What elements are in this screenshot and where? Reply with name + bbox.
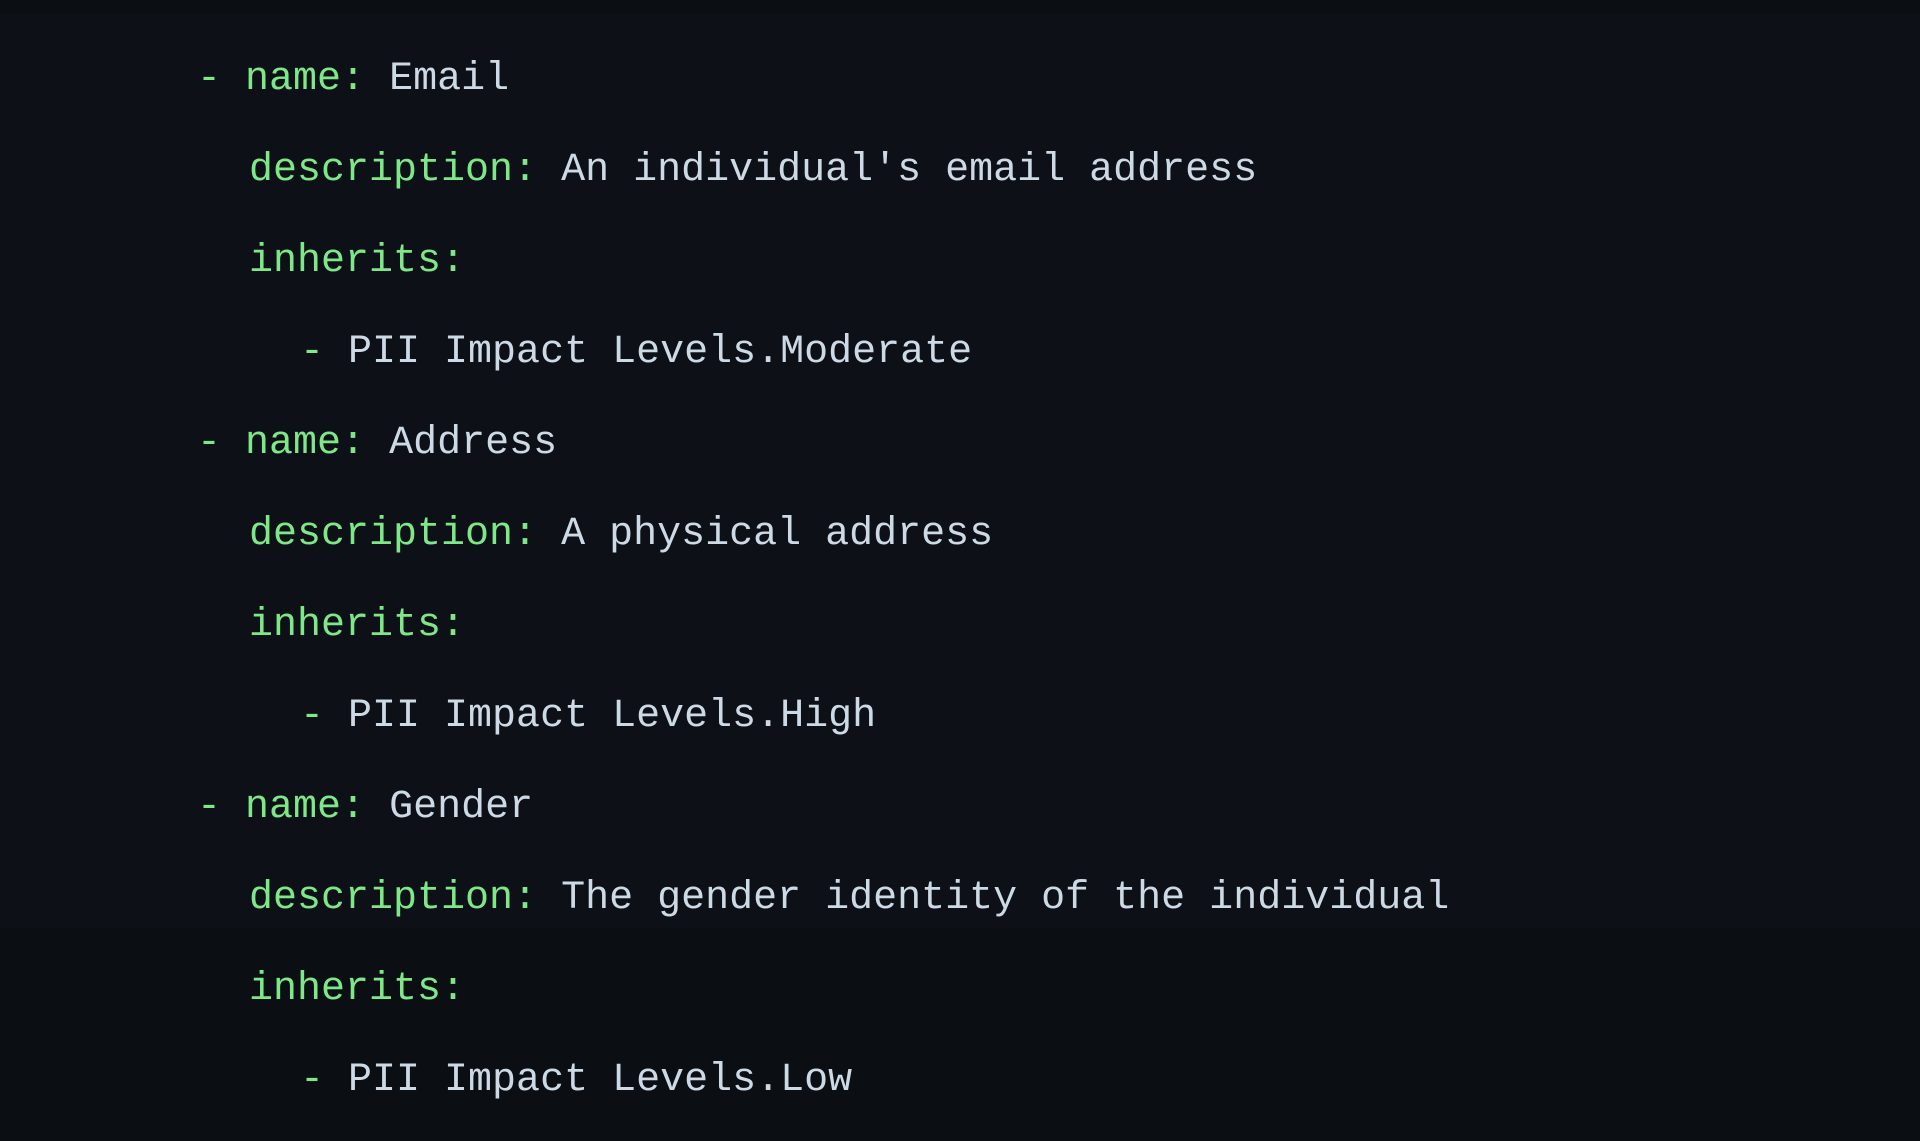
yaml-line-inherits: inherits:: [0, 959, 1920, 1020]
yaml-line-inherits: inherits:: [0, 595, 1920, 656]
yaml-value-description: A physical address: [561, 512, 994, 557]
sequence-dash-icon: -: [197, 421, 222, 466]
code-viewer: - name: Email description: An individual…: [0, 13, 1920, 1103]
yaml-value-description: An individual's email address: [561, 148, 1258, 193]
yaml-line-name: - name: Email: [0, 49, 1920, 110]
yaml-colon: :: [513, 876, 538, 921]
yaml-key-name: name: [245, 421, 342, 466]
yaml-value-inherits-item: PII Impact Levels.Low: [348, 1058, 853, 1103]
sequence-dash-icon: -: [197, 57, 222, 102]
yaml-colon: :: [441, 603, 466, 648]
yaml-line-inherits: inherits:: [0, 231, 1920, 292]
yaml-colon: :: [441, 239, 466, 284]
yaml-colon: :: [341, 785, 366, 830]
yaml-value-inherits-item: PII Impact Levels.High: [348, 694, 877, 739]
yaml-key-description: description: [249, 876, 514, 921]
yaml-key-description: description: [249, 512, 514, 557]
yaml-colon: :: [341, 421, 366, 466]
yaml-code-block: - name: Email description: An individual…: [0, 13, 1920, 1141]
yaml-key-name: name: [245, 57, 342, 102]
yaml-line-inherits-item: - PII Impact Levels.Low: [0, 1050, 1920, 1111]
yaml-line-inherits-item: - PII Impact Levels.Moderate: [0, 322, 1920, 383]
yaml-line-name: - name: Gender: [0, 777, 1920, 838]
yaml-key-inherits: inherits: [249, 603, 442, 648]
yaml-line-name: - name: Address: [0, 413, 1920, 474]
sequence-dash-icon: -: [300, 1058, 325, 1103]
yaml-line-description: description: The gender identity of the …: [0, 868, 1920, 929]
sequence-dash-icon: -: [300, 330, 325, 375]
yaml-line-description: description: An individual's email addre…: [0, 140, 1920, 201]
yaml-colon: :: [341, 57, 366, 102]
yaml-key-name: name: [245, 785, 342, 830]
sequence-dash-icon: -: [300, 694, 325, 739]
yaml-code: - name: Email description: An individual…: [0, 49, 1920, 1111]
yaml-colon: :: [513, 512, 538, 557]
yaml-value-name: Address: [389, 421, 558, 466]
yaml-line-description: description: A physical address: [0, 504, 1920, 565]
yaml-key-inherits: inherits: [249, 967, 442, 1012]
yaml-key-description: description: [249, 148, 514, 193]
yaml-colon: :: [513, 148, 538, 193]
yaml-value-inherits-item: PII Impact Levels.Moderate: [348, 330, 973, 375]
yaml-value-name: Gender: [389, 785, 534, 830]
yaml-colon: :: [441, 967, 466, 1012]
yaml-value-description: The gender identity of the individual: [561, 876, 1450, 921]
yaml-value-name: Email: [389, 57, 510, 102]
sequence-dash-icon: -: [197, 785, 222, 830]
yaml-line-inherits-item: - PII Impact Levels.High: [0, 686, 1920, 747]
yaml-key-inherits: inherits: [249, 239, 442, 284]
